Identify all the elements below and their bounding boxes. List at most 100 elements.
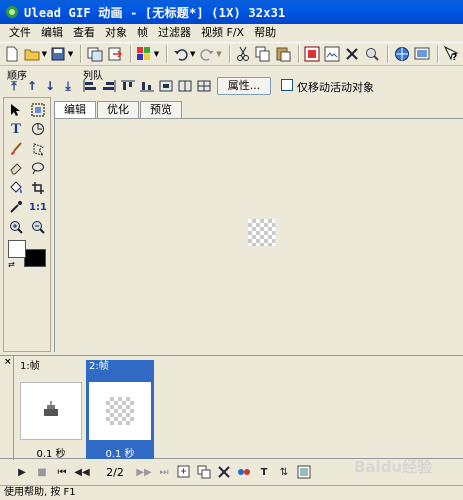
bring-to-top-icon[interactable]: ⤒	[6, 79, 22, 93]
save-dropdown-icon[interactable]: ▼	[68, 50, 73, 58]
watermark: Baidu经验	[354, 458, 433, 476]
center-horizontal-icon[interactable]	[158, 79, 174, 93]
send-backward-icon[interactable]: ↓	[42, 79, 58, 93]
frame-delay: 0.1 秒	[105, 449, 135, 460]
center-vertical-icon[interactable]	[177, 79, 193, 93]
delete-icon[interactable]	[344, 45, 361, 63]
add-images-icon[interactable]	[86, 45, 103, 63]
send-to-bottom-icon[interactable]: ⤓	[60, 79, 76, 93]
paste-icon[interactable]	[274, 45, 291, 63]
crop-tool-icon[interactable]	[29, 179, 47, 197]
swap-colors-icon[interactable]: ⇄	[8, 260, 15, 269]
open-icon[interactable]	[24, 45, 41, 63]
web-icon[interactable]	[393, 45, 410, 63]
clone-tool-icon[interactable]	[29, 160, 47, 178]
menu-object[interactable]: 对象	[100, 24, 132, 42]
frame-label: 1:帧	[20, 361, 40, 372]
tab-optimize[interactable]: 优化	[97, 101, 139, 118]
background-color-swatch[interactable]	[24, 249, 46, 267]
optimize-icon[interactable]	[136, 45, 153, 63]
color-selector: ⇄	[8, 240, 48, 270]
save-icon[interactable]	[50, 45, 67, 63]
zoom-out-tool-icon[interactable]	[29, 218, 47, 236]
frame-thumbnail[interactable]: 2:帧 0.1 秒	[86, 360, 154, 460]
toolbar-separator	[387, 45, 390, 63]
text-tool-icon[interactable]: T	[7, 121, 25, 139]
align-bottom-icon[interactable]	[139, 79, 155, 93]
preview-icon[interactable]	[413, 45, 430, 63]
menu-video-fx[interactable]: 视频 F/X	[196, 24, 249, 42]
toolbar-separator	[298, 45, 301, 63]
fill-tool-icon[interactable]	[7, 179, 25, 197]
first-frame-icon[interactable]: ⏮	[54, 464, 70, 480]
pointer-tool-icon[interactable]	[7, 101, 25, 119]
last-frame-icon[interactable]: ⏭	[156, 464, 172, 480]
delete-frame-icon[interactable]	[216, 464, 232, 480]
foreground-color-swatch[interactable]	[8, 240, 26, 258]
menu-file[interactable]: 文件	[4, 24, 36, 42]
frame-panel-options-icon[interactable]	[296, 464, 312, 480]
menu-help[interactable]: 帮助	[249, 24, 281, 42]
duplicate-frame-icon[interactable]	[196, 464, 212, 480]
transform-tool-icon[interactable]	[29, 121, 47, 139]
toolbar-separator	[129, 45, 132, 63]
tab-preview[interactable]: 预览	[140, 101, 182, 118]
brush-tool-icon[interactable]	[7, 140, 25, 158]
undo-dropdown-icon[interactable]: ▼	[190, 50, 195, 58]
status-bar: 使用帮助, 按 F1	[0, 485, 463, 500]
optimize-dropdown-icon[interactable]: ▼	[154, 50, 159, 58]
zoom-in-tool-icon[interactable]	[7, 218, 25, 236]
tab-edit[interactable]: 编辑	[54, 101, 96, 119]
toolbar-separator	[80, 45, 83, 63]
crop-icon[interactable]	[324, 45, 341, 63]
help-icon[interactable]: ?	[443, 45, 460, 63]
panel-divider	[13, 356, 14, 460]
ruler-tool-icon[interactable]: 1:1	[29, 199, 47, 217]
export-icon[interactable]	[106, 45, 123, 63]
banner-text-icon[interactable]: T	[256, 464, 272, 480]
eraser-tool-icon[interactable]	[7, 160, 25, 178]
menu-view[interactable]: 查看	[68, 24, 100, 42]
edit-canvas[interactable]	[54, 118, 463, 352]
add-frame-icon[interactable]	[176, 464, 192, 480]
marquee-tool-icon[interactable]	[29, 101, 47, 119]
center-both-icon[interactable]	[196, 79, 212, 93]
open-dropdown-icon[interactable]: ▼	[42, 50, 47, 58]
menu-frame[interactable]: 帧	[132, 24, 153, 42]
tween-icon[interactable]	[236, 464, 252, 480]
menu-edit[interactable]: 编辑	[36, 24, 68, 42]
image-canvas[interactable]	[248, 219, 275, 246]
undo-icon[interactable]	[172, 45, 189, 63]
bring-forward-icon[interactable]: ↑	[24, 79, 40, 93]
align-top-icon[interactable]	[120, 79, 136, 93]
frame-counter: 2/2	[106, 465, 124, 479]
new-icon[interactable]	[4, 45, 21, 63]
transparent-frame-icon	[106, 397, 134, 425]
frame-properties-icon[interactable]	[304, 45, 321, 63]
reverse-frames-icon[interactable]: ⇅	[276, 464, 292, 480]
object-image-icon	[39, 399, 63, 423]
cut-icon[interactable]	[235, 45, 252, 63]
redo-dropdown-icon[interactable]: ▼	[216, 50, 221, 58]
close-icon[interactable]: ×	[4, 357, 12, 367]
window-title: Ulead GIF 动画 - [无标题*] (1X) 32x31	[24, 5, 286, 20]
frame-image	[89, 382, 151, 440]
align-right-icon[interactable]	[101, 79, 117, 93]
menu-filter[interactable]: 过滤器	[153, 24, 196, 42]
next-frame-icon[interactable]: ▶▶	[136, 464, 152, 480]
align-left-icon[interactable]	[82, 79, 98, 93]
object-toolbar: 顺序 列队 ⤒ ↑ ↓ ⤓ 属性... 仅移动活动对象	[0, 66, 463, 96]
lasso-tool-icon[interactable]	[29, 140, 47, 158]
stop-icon[interactable]: ■	[34, 464, 50, 480]
eyedropper-tool-icon[interactable]	[7, 199, 25, 217]
properties-button[interactable]: 属性...	[217, 77, 271, 95]
copy-icon[interactable]	[254, 45, 271, 63]
play-icon[interactable]: ▶	[14, 464, 30, 480]
status-text: 使用帮助, 按 F1	[4, 487, 76, 498]
frame-thumbnail[interactable]: 1:帧 0.1 秒	[17, 360, 85, 460]
previous-frame-icon[interactable]: ◀◀	[74, 464, 90, 480]
move-active-only-checkbox[interactable]	[281, 79, 293, 91]
redo-icon[interactable]	[198, 45, 215, 63]
toolbar-separator	[166, 45, 169, 63]
zoom-icon[interactable]	[364, 45, 381, 63]
